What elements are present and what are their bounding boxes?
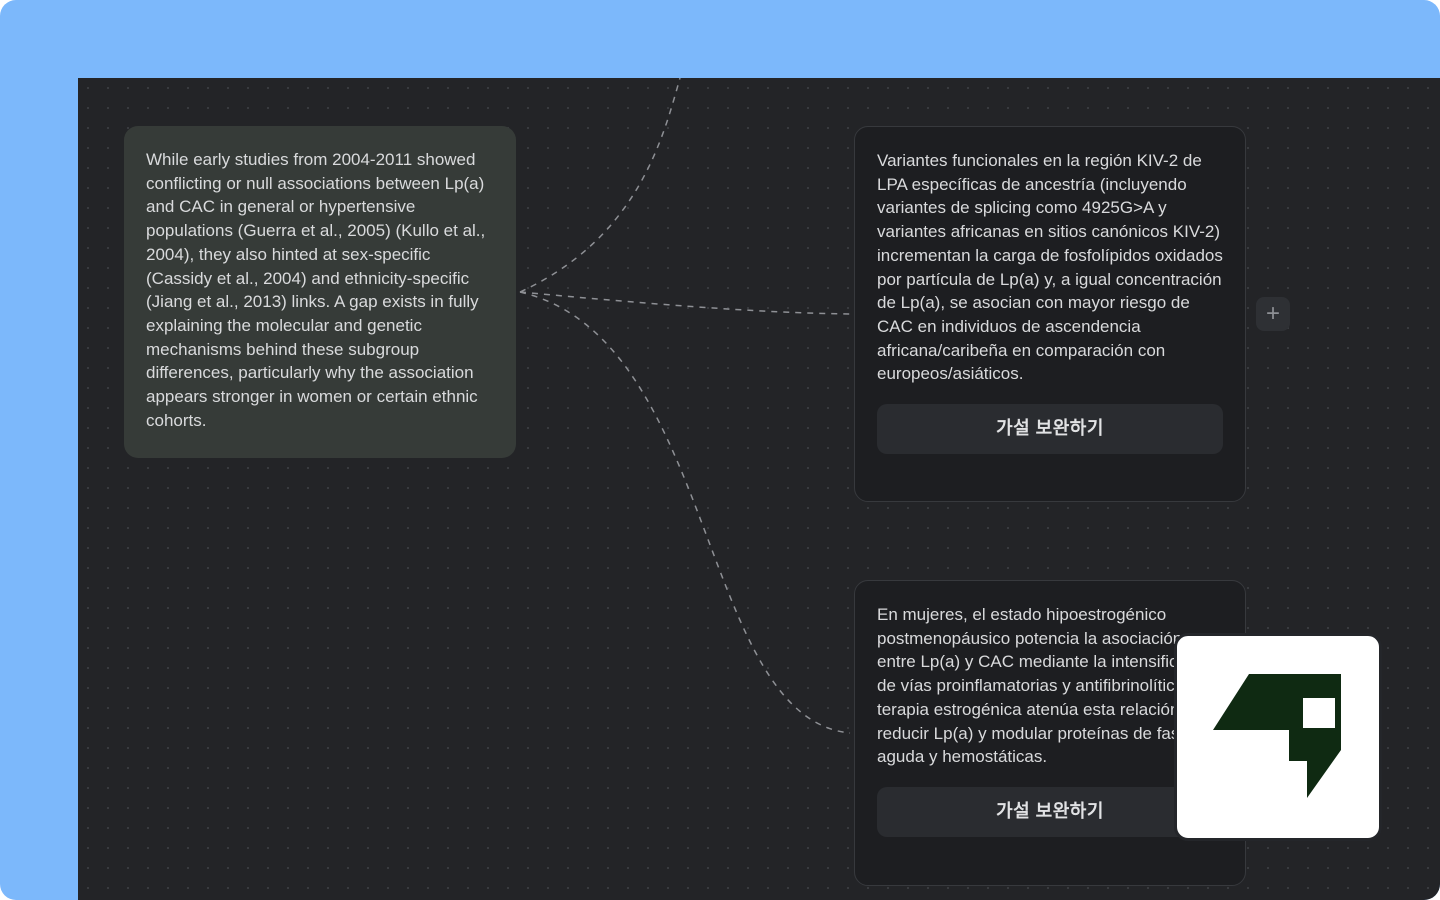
edge-to-hypothesis-1	[519, 291, 851, 315]
edge-to-hypothesis-2	[519, 291, 851, 734]
hypothesis-text: En mujeres, el estado hipoestrogénico po…	[877, 605, 1219, 767]
source-node-text: While early studies from 2004-2011 showe…	[146, 150, 486, 430]
refine-hypothesis-button[interactable]: 가설 보완하기	[877, 404, 1223, 455]
app-frame: While early studies from 2004-2011 showe…	[0, 0, 1440, 900]
brand-logo-icon	[1213, 674, 1341, 798]
source-node[interactable]: While early studies from 2004-2011 showe…	[124, 126, 516, 458]
brand-logo-card	[1174, 633, 1382, 841]
hypothesis-text: Variantes funcionales en la región KIV-2…	[877, 151, 1223, 384]
add-node-button[interactable]: +	[1256, 297, 1290, 331]
hypothesis-node-1[interactable]: Variantes funcionales en la región KIV-2…	[854, 126, 1246, 502]
refine-hypothesis-button[interactable]: 가설 보완하기	[877, 786, 1223, 837]
edge-to-parent	[519, 78, 681, 293]
plus-icon: +	[1265, 300, 1280, 327]
